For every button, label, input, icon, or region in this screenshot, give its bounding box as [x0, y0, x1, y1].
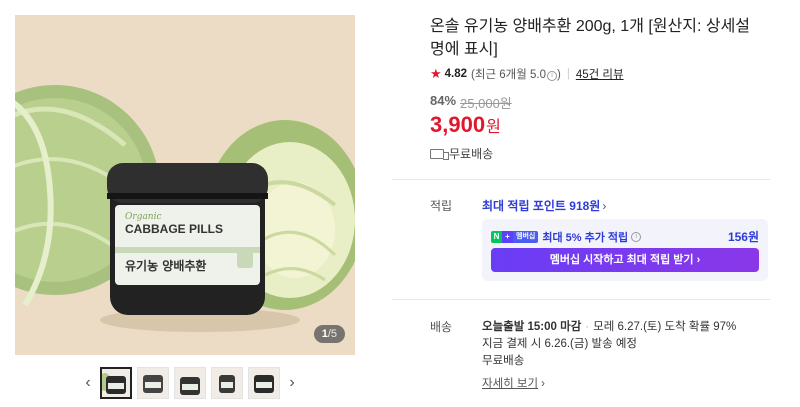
rating-row: ★ 4.82 (최근 6개월 5.0 i) | 45건 리뷰: [430, 66, 624, 82]
chevron-right-icon: ›: [541, 378, 545, 390]
indicator-total: /5: [327, 328, 337, 340]
today-ship-cutoff: 오늘출발 15:00 마감: [482, 321, 582, 333]
product-main-image[interactable]: Organic CABBAGE PILLS 유기농 양배추환 1/5: [15, 15, 355, 355]
rating-note: (최근 6개월 5.0 i): [471, 69, 561, 81]
product-title: 온솔 유기농 양배추환 200g, 1개 [원산지: 상세설명에 표시]: [430, 18, 751, 58]
thumbnail-5[interactable]: [248, 367, 280, 399]
svg-text:유기농 양배추환: 유기농 양배추환: [125, 258, 206, 273]
original-price: 25,000원: [460, 96, 512, 111]
discount-row: 84% 25,000원: [430, 93, 512, 112]
divider: [392, 299, 770, 300]
price-value: 3,900: [430, 112, 486, 137]
start-membership-button[interactable]: 멤버십 시작하고 최대 적립 받기 ›: [491, 248, 759, 272]
svg-text:CABBAGE PILLS: CABBAGE PILLS: [125, 222, 223, 236]
separator: |: [566, 68, 570, 80]
shipping-badge-label: 무료배송: [449, 147, 494, 161]
delivery-label: 배송: [430, 320, 453, 334]
delivery-today-line: 오늘출발 15:00 마감 · 모레 6.27.(토) 도착 확률 97%: [482, 321, 737, 333]
free-shipping-line: 무료배송: [482, 355, 525, 367]
max-reward-text: 최대 적립 포인트 918원: [482, 199, 601, 213]
svg-text:Organic: Organic: [125, 212, 162, 222]
star-icon: ★: [430, 66, 442, 81]
truck-icon: [430, 148, 449, 160]
divider: [392, 179, 770, 180]
reward-label: 적립: [430, 199, 453, 213]
membership-points: 156원: [727, 230, 759, 244]
membership-extra-reward: 최대 5% 추가 적립: [542, 231, 629, 244]
sale-price: 3,900 원: [430, 112, 501, 138]
arrival-estimate: 모레 6.27.(토) 도착 확률 97%: [593, 321, 737, 333]
chevron-right-icon: ›: [602, 199, 607, 213]
thumbnail-3[interactable]: [174, 367, 206, 399]
membership-line: N + 멤버십 최대 5% 추가 적립 i 156원: [491, 228, 759, 245]
rating-score: 4.82: [444, 68, 468, 80]
indicator-current: 1: [321, 328, 328, 340]
thumbnail-4[interactable]: [211, 367, 243, 399]
thumbnail-strip: ‹ ›: [78, 367, 302, 399]
info-icon[interactable]: i: [546, 71, 557, 81]
image-page-indicator: 1/5: [313, 325, 345, 343]
membership-box: N + 멤버십 최대 5% 추가 적립 i 156원 멤버십 시작하고 최대 적립 …: [482, 219, 768, 281]
thumbnail-1[interactable]: [100, 367, 132, 399]
max-reward-link[interactable]: 최대 적립 포인트 918원 ›: [482, 197, 606, 214]
shipping-badge: 무료배송: [430, 145, 493, 162]
pay-now-line: 지금 결제 시 6.26.(금) 발송 예정: [482, 338, 638, 350]
discount-rate: 84%: [430, 93, 457, 108]
delivery-details-link[interactable]: 자세히 보기 ›: [482, 375, 545, 391]
thumbnail-2[interactable]: [137, 367, 169, 399]
review-count-link[interactable]: 45건 리뷰: [576, 66, 624, 82]
cabbage-pills-photo: Organic CABBAGE PILLS 유기농 양배추환: [15, 15, 355, 355]
details-link-text: 자세히 보기: [482, 378, 539, 390]
naver-plus-membership-badge: N + 멤버십: [491, 230, 539, 243]
price-currency: 원: [486, 119, 501, 136]
next-thumbnail-arrow-icon[interactable]: ›: [282, 367, 302, 399]
prev-thumbnail-arrow-icon[interactable]: ‹: [78, 367, 98, 399]
info-icon[interactable]: i: [631, 231, 642, 242]
